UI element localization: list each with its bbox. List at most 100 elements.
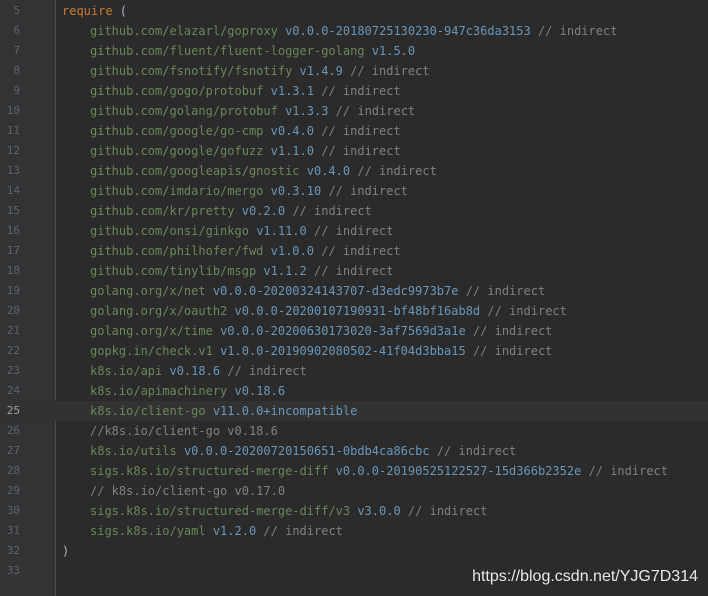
code-text: //k8s.io/client-go v0.18.6 <box>62 421 278 441</box>
comment-token: // indirect <box>328 184 408 198</box>
version-token: v0.0.0-20200324143707-d3edc9973b7e <box>212 284 459 298</box>
module-path-token: github.com/googleapis/gnostic <box>90 164 300 178</box>
version-token: v0.2.0 <box>241 204 286 218</box>
version-token: v1.4.9 <box>299 64 343 78</box>
code-line[interactable]: 16 github.com/onsi/ginkgo v1.11.0 // indi… <box>0 221 708 241</box>
code-line[interactable]: 29 // k8s.io/client-go v0.17.0 <box>0 481 708 501</box>
code-text: github.com/googleapis/gnostic v0.4.0 // … <box>62 161 437 181</box>
code-text: k8s.io/utils v0.0.0-20200720150651-0bdb4… <box>62 441 516 461</box>
punctuation-token <box>263 184 270 198</box>
code-line[interactable]: 28 sigs.k8s.io/structured-merge-diff v0.0… <box>0 461 708 481</box>
code-text: github.com/onsi/ginkgo v1.11.0 // indire… <box>62 221 393 241</box>
code-text: github.com/fluent/fluent-logger-golang v… <box>62 41 415 61</box>
comment-token: // indirect <box>321 84 401 98</box>
module-path-token: github.com/onsi/ginkgo <box>90 224 249 238</box>
code-line[interactable]: 22 gopkg.in/check.v1 v1.0.0-2019090208050… <box>0 341 708 361</box>
version-token: v0.18.6 <box>234 384 286 398</box>
module-path-token: golang.org/x/time <box>90 324 213 338</box>
comment-token: // indirect <box>537 24 618 38</box>
code-line[interactable]: 10 github.com/golang/protobuf v1.3.3 // i… <box>0 101 708 121</box>
module-path-token: github.com/gogo/protobuf <box>90 84 264 98</box>
code-line[interactable]: 24 k8s.io/apimachinery v0.18.6 <box>0 381 708 401</box>
code-line[interactable]: 27 k8s.io/utils v0.0.0-20200720150651-0bd… <box>0 441 708 461</box>
punctuation-token <box>278 104 285 118</box>
code-line[interactable]: 12 github.com/google/gofuzz v1.1.0 // ind… <box>0 141 708 161</box>
comment-token: // indirect <box>472 324 553 338</box>
code-line[interactable]: 26 //k8s.io/client-go v0.18.6 <box>0 421 708 441</box>
code-text: github.com/tinylib/msgp v1.1.2 // indire… <box>62 261 393 281</box>
code-text: github.com/imdario/mergo v0.3.10 // indi… <box>62 181 408 201</box>
punctuation-token <box>401 504 408 518</box>
code-line[interactable]: 15 github.com/kr/pretty v0.2.0 // indirec… <box>0 201 708 221</box>
code-text: github.com/golang/protobuf v1.3.3 // ind… <box>62 101 415 121</box>
version-token: v1.0.0-20190902080502-41f04d3bba15 <box>220 344 466 358</box>
line-number: 26 <box>6 424 20 437</box>
version-token: v0.0.0-20190525122527-15d366b2352e <box>335 464 582 478</box>
code-line[interactable]: 9 github.com/gogo/protobuf v1.3.1 // indi… <box>0 81 708 101</box>
code-line[interactable]: 32) <box>0 541 708 561</box>
version-token: v0.3.10 <box>270 184 322 198</box>
version-token: v0.0.0-20200630173020-3af7569d3a1e <box>220 324 466 338</box>
code-line[interactable]: 6 github.com/elazarl/goproxy v0.0.0-20180… <box>0 21 708 41</box>
code-text: k8s.io/api v0.18.6 // indirect <box>62 361 307 381</box>
line-number: 33 <box>6 564 20 577</box>
module-path-token: github.com/imdario/mergo <box>90 184 264 198</box>
comment-token: // indirect <box>588 464 669 478</box>
line-number: 30 <box>6 504 20 517</box>
line-number: 9 <box>13 84 20 97</box>
code-line[interactable]: 21 golang.org/x/time v0.0.0-2020063017302… <box>0 321 708 341</box>
line-number: 13 <box>6 164 20 177</box>
version-token: v0.0.0-20200720150651-0bdb4ca86cbc <box>183 444 430 458</box>
punctuation-token <box>328 464 335 478</box>
line-number: 6 <box>13 24 20 37</box>
code-text: golang.org/x/time v0.0.0-20200630173020-… <box>62 321 552 341</box>
code-line[interactable]: 18 github.com/tinylib/msgp v1.1.2 // indi… <box>0 261 708 281</box>
comment-token: // indirect <box>436 444 517 458</box>
punctuation-token <box>278 24 285 38</box>
code-line[interactable]: 8 github.com/fsnotify/fsnotify v1.4.9 // … <box>0 61 708 81</box>
punctuation-token <box>292 64 299 78</box>
code-text: github.com/kr/pretty v0.2.0 // indirect <box>62 201 372 221</box>
code-line[interactable]: 14 github.com/imdario/mergo v0.3.10 // in… <box>0 181 708 201</box>
module-path-token: golang.org/x/net <box>90 284 206 298</box>
code-line[interactable]: 30 sigs.k8s.io/structured-merge-diff/v3 v… <box>0 501 708 521</box>
code-line[interactable]: 17 github.com/philhofer/fwd v1.0.0 // ind… <box>0 241 708 261</box>
code-editor[interactable]: 5 require ( 6 github.com/elazarl/goproxy v0… <box>0 0 708 596</box>
version-token: v1.5.0 <box>371 44 416 58</box>
code-line[interactable]: 20 golang.org/x/oauth2 v0.0.0-20200107190… <box>0 301 708 321</box>
comment-token: // indirect <box>321 144 401 158</box>
version-token: v1.3.3 <box>285 104 329 118</box>
line-number: 11 <box>6 124 20 137</box>
punctuation-token <box>177 444 184 458</box>
code-text: github.com/google/gofuzz v1.1.0 // indir… <box>62 141 401 161</box>
comment-token: // indirect <box>357 164 437 178</box>
module-path-token: github.com/elazarl/goproxy <box>90 24 278 38</box>
module-path-token: github.com/kr/pretty <box>90 204 235 218</box>
punctuation-token <box>531 24 538 38</box>
code-line[interactable]: 11 github.com/google/go-cmp v0.4.0 // ind… <box>0 121 708 141</box>
line-number: 20 <box>6 304 20 317</box>
line-number: 28 <box>6 464 20 477</box>
code-text: sigs.k8s.io/yaml v1.2.0 // indirect <box>62 521 343 541</box>
line-number: 17 <box>6 244 20 257</box>
code-line[interactable]: 31 sigs.k8s.io/yaml v1.2.0 // indirect <box>0 521 708 541</box>
punctuation-token <box>307 224 314 238</box>
code-line[interactable]: 7 github.com/fluent/fluent-logger-golang … <box>0 41 708 61</box>
code-line[interactable]: 19 golang.org/x/net v0.0.0-20200324143707… <box>0 281 708 301</box>
module-path-token: k8s.io/api <box>90 364 163 378</box>
line-number: 15 <box>6 204 20 217</box>
code-line[interactable]: 5 require ( <box>0 1 708 21</box>
comment-token: // indirect <box>472 344 553 358</box>
line-number: 29 <box>6 484 20 497</box>
version-token: v1.2.0 <box>212 524 257 538</box>
code-line-current[interactable]: 25 k8s.io/client-go v11.0.0+incompatible <box>0 401 708 421</box>
comment-token: // indirect <box>321 244 401 258</box>
comment-token: // indirect <box>335 104 416 118</box>
version-token: v1.3.1 <box>270 84 314 98</box>
code-text: golang.org/x/oauth2 v0.0.0-2020010719093… <box>62 301 567 321</box>
code-line[interactable]: 13 github.com/googleapis/gnostic v0.4.0 /… <box>0 161 708 181</box>
line-number: 12 <box>6 144 20 157</box>
code-line[interactable]: 23 k8s.io/api v0.18.6 // indirect <box>0 361 708 381</box>
comment-token: // indirect <box>314 264 394 278</box>
module-path-token: gopkg.in/check.v1 <box>90 344 213 358</box>
